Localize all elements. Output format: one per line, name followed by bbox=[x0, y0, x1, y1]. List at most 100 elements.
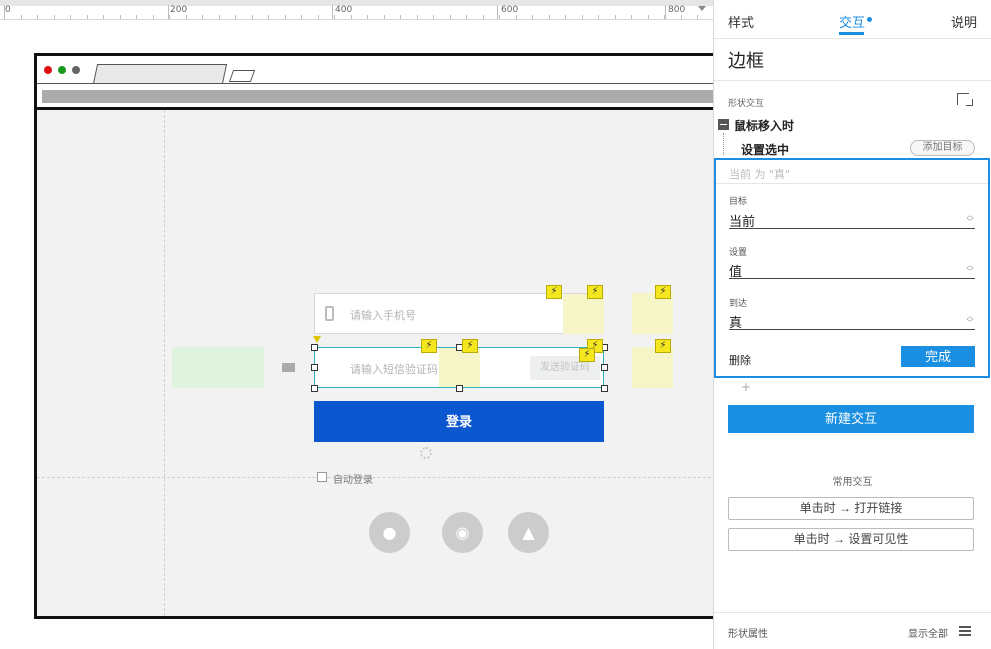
ruler-minor-tick bbox=[318, 15, 319, 19]
ruler-mark: 600 bbox=[501, 5, 519, 15]
ruler-minor-tick bbox=[37, 15, 38, 19]
ruler-mark: 800 bbox=[668, 5, 686, 15]
phone-input[interactable]: 请输入手机号 bbox=[314, 293, 604, 334]
add-target-button[interactable]: 添加目标 bbox=[910, 140, 975, 156]
menu-icon[interactable] bbox=[959, 626, 971, 636]
ruler-minor-tick bbox=[648, 15, 649, 19]
green-hotspot[interactable] bbox=[172, 347, 264, 388]
ruler-band bbox=[0, 0, 713, 6]
shape-properties-label: 形状属性 bbox=[728, 629, 768, 640]
wechat-icon[interactable]: ● bbox=[369, 512, 410, 553]
resize-handle[interactable] bbox=[311, 364, 318, 371]
common-interactions-label: 常用交互 bbox=[832, 477, 873, 488]
yellow-hotspot[interactable] bbox=[632, 293, 673, 334]
resize-handle[interactable] bbox=[456, 385, 463, 392]
weibo-icon[interactable]: ◉ bbox=[442, 512, 483, 553]
collapse-icon[interactable] bbox=[718, 119, 729, 130]
ruler-minor-tick bbox=[664, 15, 665, 19]
tab-style[interactable]: 样式 bbox=[728, 12, 754, 31]
target-label: 目标 bbox=[729, 197, 748, 207]
divider bbox=[714, 38, 991, 39]
guide-line-horizontal bbox=[37, 477, 713, 478]
action-editor: 当前 为 "真" 目标 当前 ︿ ﹀ 设置 值 ︿ ﹀ 到达 真 ︿ ﹀ 删除 完成 bbox=[714, 158, 990, 378]
divider bbox=[714, 612, 991, 613]
action-set-selected[interactable]: 设置选中 bbox=[741, 141, 789, 158]
ruler-dropdown-icon[interactable] bbox=[698, 6, 706, 11]
ruler-minor-tick bbox=[252, 15, 253, 19]
auto-login-label: 自动登录 bbox=[333, 475, 373, 486]
inspector-tabs: 样式 交互 说明 bbox=[714, 0, 991, 38]
login-button[interactable]: 登录 bbox=[314, 401, 604, 442]
ruler-minor-tick bbox=[351, 15, 352, 19]
select-arrows-icon[interactable]: ︿ ﹀ bbox=[966, 262, 974, 276]
ruler-tick bbox=[497, 5, 498, 19]
ruler-minor-tick bbox=[565, 15, 566, 19]
ruler-minor-tick bbox=[483, 15, 484, 19]
interaction-bolt-icon[interactable]: ⚡ bbox=[587, 285, 603, 299]
action-summary: 当前 为 "真" bbox=[729, 168, 791, 181]
close-dot-icon bbox=[44, 66, 52, 74]
interaction-bolt-icon[interactable]: ⚡ bbox=[421, 339, 437, 353]
resize-handle[interactable] bbox=[601, 364, 608, 371]
set-label: 设置 bbox=[729, 248, 748, 258]
ruler-minor-tick bbox=[417, 15, 418, 19]
ruler-minor-tick bbox=[499, 15, 500, 19]
ruler-minor-tick bbox=[285, 15, 286, 19]
auto-login-checkbox[interactable] bbox=[317, 472, 327, 482]
tab-interactions[interactable]: 交互 bbox=[839, 12, 865, 31]
delete-action-link[interactable]: 删除 bbox=[729, 352, 751, 368]
select-arrows-icon[interactable]: ︿ ﹀ bbox=[966, 212, 974, 226]
ruler-minor-tick bbox=[433, 15, 434, 19]
ruler-minor-tick bbox=[384, 15, 385, 19]
yellow-hotspot[interactable] bbox=[563, 294, 604, 334]
ruler-minor-tick bbox=[334, 15, 335, 19]
ruler-minor-tick bbox=[631, 15, 632, 19]
rotate-handle-icon[interactable] bbox=[420, 447, 432, 459]
browser-frame-widget[interactable]: 请输入手机号 请输入短信验证码 发送验证码 ⚡ ⚡ ⚡ ⚡ ⚡ ⚡ ⚡ ⚡ 登录… bbox=[34, 53, 713, 619]
selection-border bbox=[314, 347, 604, 388]
interaction-bolt-icon[interactable]: ⚡ bbox=[579, 348, 595, 362]
ruler-minor-tick bbox=[169, 15, 170, 19]
tree-connector bbox=[723, 133, 724, 155]
add-action-plus-icon[interactable]: + bbox=[741, 380, 751, 394]
mail-icon bbox=[282, 363, 295, 372]
ruler-minor-tick bbox=[516, 15, 517, 19]
widget-name-title[interactable]: 边框 bbox=[728, 47, 764, 73]
browser-tab bbox=[92, 64, 228, 84]
resize-handle[interactable] bbox=[601, 385, 608, 392]
ruler-mark: 400 bbox=[335, 5, 353, 15]
divider bbox=[714, 80, 991, 81]
interaction-cursor-icon[interactable] bbox=[957, 93, 973, 106]
inspector-panel: 样式 交互 说明 边框 形状交互 鼠标移入时 设置选中 添加目标 当前 为 "真… bbox=[713, 0, 991, 649]
interaction-bolt-icon[interactable]: ⚡ bbox=[655, 285, 671, 299]
yellow-hotspot[interactable] bbox=[632, 347, 673, 388]
ruler-minor-tick bbox=[532, 15, 533, 19]
select-arrows-icon[interactable]: ︿ ﹀ bbox=[966, 313, 974, 327]
design-canvas[interactable]: 0 200 400 600 800 请输入手机号 请输入短信验证码 发送验证码 … bbox=[0, 0, 713, 649]
ruler-minor-tick bbox=[268, 15, 269, 19]
interaction-bolt-icon[interactable]: ⚡ bbox=[546, 285, 562, 299]
interaction-bolt-icon[interactable]: ⚡ bbox=[462, 339, 478, 353]
ruler-tick bbox=[665, 5, 666, 19]
unsaved-dot-icon bbox=[867, 17, 872, 22]
tab-divider bbox=[37, 83, 713, 84]
anchor-marker-icon bbox=[313, 336, 321, 343]
show-all-link[interactable]: 显示全部 bbox=[908, 625, 948, 640]
resize-handle[interactable] bbox=[311, 344, 318, 351]
ruler-minor-tick bbox=[450, 15, 451, 19]
ruler-minor-tick bbox=[219, 15, 220, 19]
new-interaction-button[interactable]: 新建交互 bbox=[728, 405, 974, 433]
minimize-dot-icon bbox=[72, 66, 80, 74]
quick-set-visibility-button[interactable]: 单击时 → 设置可见性 bbox=[728, 528, 974, 551]
interaction-bolt-icon[interactable]: ⚡ bbox=[655, 339, 671, 353]
done-button[interactable]: 完成 bbox=[901, 346, 975, 367]
ruler-minor-tick bbox=[466, 15, 467, 19]
resize-handle[interactable] bbox=[311, 385, 318, 392]
qq-icon[interactable]: ▲ bbox=[508, 512, 549, 553]
event-mouse-enter[interactable]: 鼠标移入时 bbox=[734, 117, 794, 134]
ruler-minor-tick bbox=[615, 15, 616, 19]
quick-open-link-button[interactable]: 单击时 → 打开链接 bbox=[728, 497, 974, 520]
ruler-minor-tick bbox=[697, 15, 698, 19]
new-tab-icon bbox=[228, 70, 256, 82]
tab-notes[interactable]: 说明 bbox=[951, 12, 977, 31]
